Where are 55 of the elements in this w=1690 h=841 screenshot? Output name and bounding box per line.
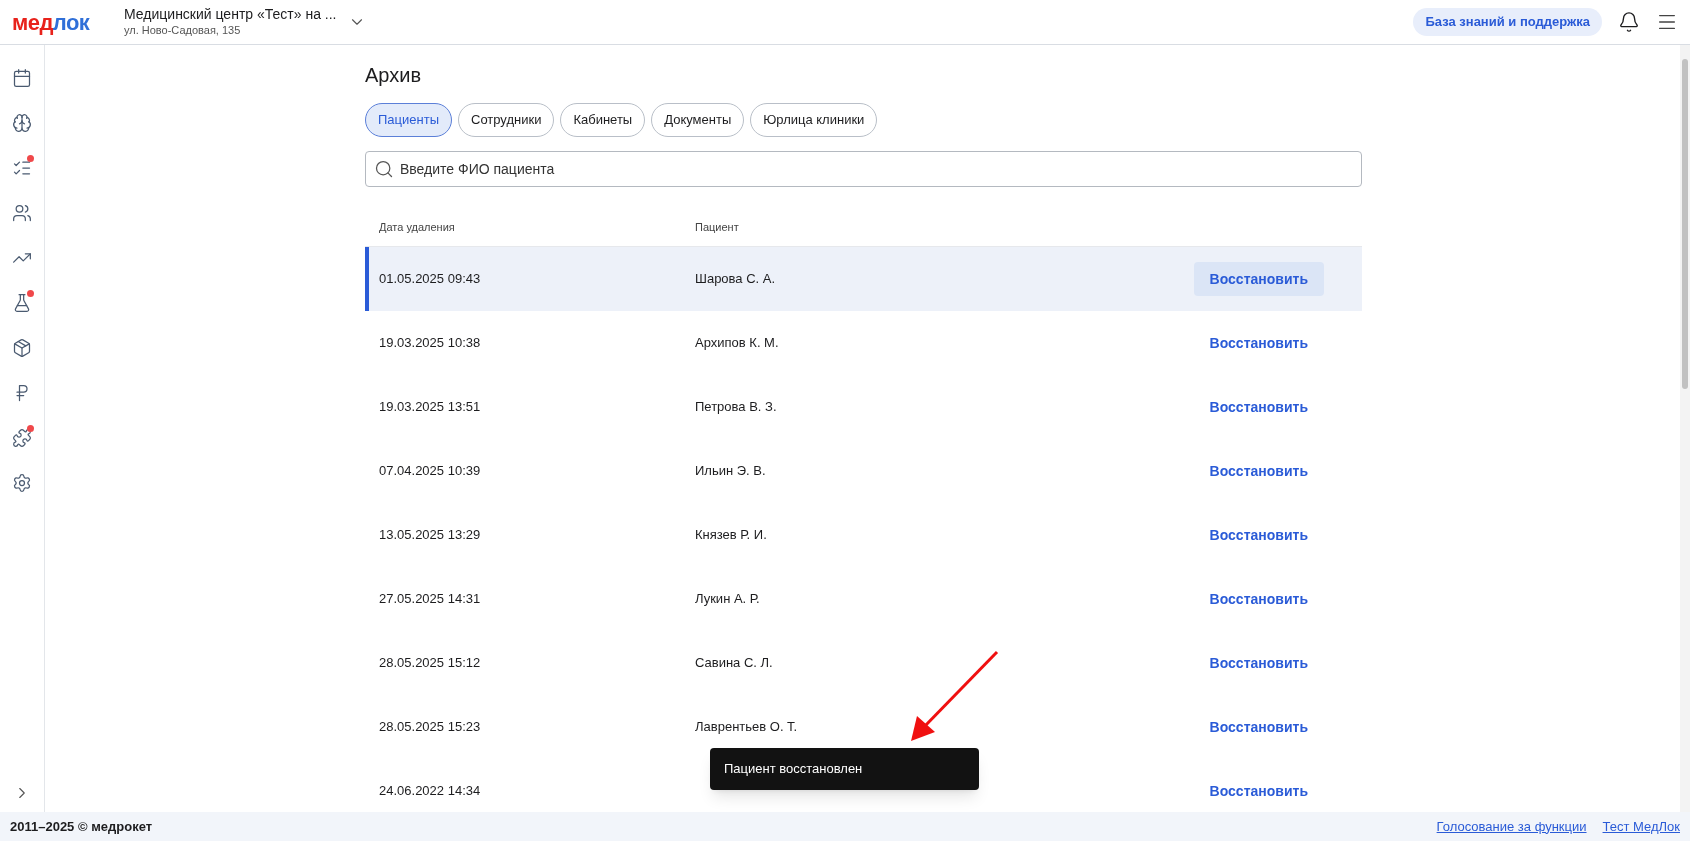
column-header: Дата удаления [378, 220, 456, 236]
table-cell-text: Шарова С. А. [695, 270, 776, 289]
search-field[interactable]: Введите ФИО пациента [365, 151, 1362, 187]
restore-button[interactable]: Восстановить [1193, 518, 1324, 552]
tab[interactable]: Юрлица клиники [750, 103, 878, 137]
table-cell-text: 01.05.2025 09:43 [378, 270, 482, 289]
toast-message: Пациент восстановлен [724, 760, 863, 779]
support-button[interactable]: База знаний и поддержка [1413, 8, 1602, 36]
restore-button[interactable]: Восстановить [1193, 710, 1324, 744]
tab[interactable]: Кабинеты [560, 103, 646, 137]
restore-button[interactable]: Восстановить [1193, 646, 1324, 680]
copyright-text: 2011–2025 © медрокет [10, 817, 153, 836]
tab[interactable]: Документы [651, 103, 745, 137]
table-cell-text: 24.06.2022 14:34 [378, 782, 482, 801]
brain-icon [12, 112, 32, 133]
table-cell-text: 19.03.2025 10:38 [378, 334, 482, 353]
bell-icon [1618, 11, 1640, 33]
table-cell-text: Князев Р. И. [695, 526, 767, 545]
restore-button[interactable]: Восстановить [1193, 390, 1324, 424]
table-cell-text: Архипов К. М. [695, 334, 779, 353]
box-icon [12, 337, 32, 358]
restore-button[interactable]: Восстановить [1193, 454, 1324, 488]
table-cell-text: Петрова В. З. [695, 398, 777, 417]
table-cell-text: 28.05.2025 15:12 [378, 654, 482, 673]
table-cell-text: Ильин Э. В. [695, 462, 766, 481]
footer-link[interactable]: Тест МедЛок [1602, 816, 1680, 837]
users-icon [12, 202, 32, 223]
footer-link[interactable]: Голосование за функции [1436, 816, 1587, 837]
table-cell-text: 28.05.2025 15:23 [378, 718, 482, 737]
page-title: Архив [365, 63, 423, 88]
puzzle-icon [12, 427, 32, 448]
column-header: Пациент [695, 220, 739, 236]
restore-button[interactable]: Восстановить [1193, 326, 1324, 360]
table-cell-text: Лукин А. Р. [695, 590, 760, 609]
table-cell-text: 27.05.2025 14:31 [378, 590, 482, 609]
tab[interactable]: Пациенты [365, 103, 452, 137]
flask-icon [12, 292, 32, 313]
restore-button[interactable]: Восстановить [1193, 262, 1324, 296]
table-cell-text: 07.04.2025 10:39 [378, 462, 482, 481]
table-cell-text: 19.03.2025 13:51 [378, 398, 482, 417]
table-cell-text: 13.05.2025 13:29 [378, 526, 482, 545]
restore-button[interactable]: Восстановить [1193, 774, 1324, 808]
notifications-button[interactable] [1618, 11, 1640, 33]
calendar-icon [12, 67, 32, 88]
table-cell-text: Лаврентьев О. Т. [695, 718, 798, 737]
logo-text: лок [52, 8, 90, 37]
clinic-address: ул. Ново-Садовая, 135 [124, 23, 242, 38]
clinic-name: Медицинский центр «Тест» на ... [124, 6, 337, 24]
search-icon [374, 159, 394, 179]
scrollbar-thumb[interactable] [1682, 59, 1688, 389]
logo-text: мед [12, 8, 53, 37]
restore-button[interactable]: Восстановить [1193, 582, 1324, 616]
table-cell-text: Савина С. Л. [695, 654, 773, 673]
settings-icon [12, 472, 32, 493]
tab[interactable]: Сотрудники [458, 103, 555, 137]
